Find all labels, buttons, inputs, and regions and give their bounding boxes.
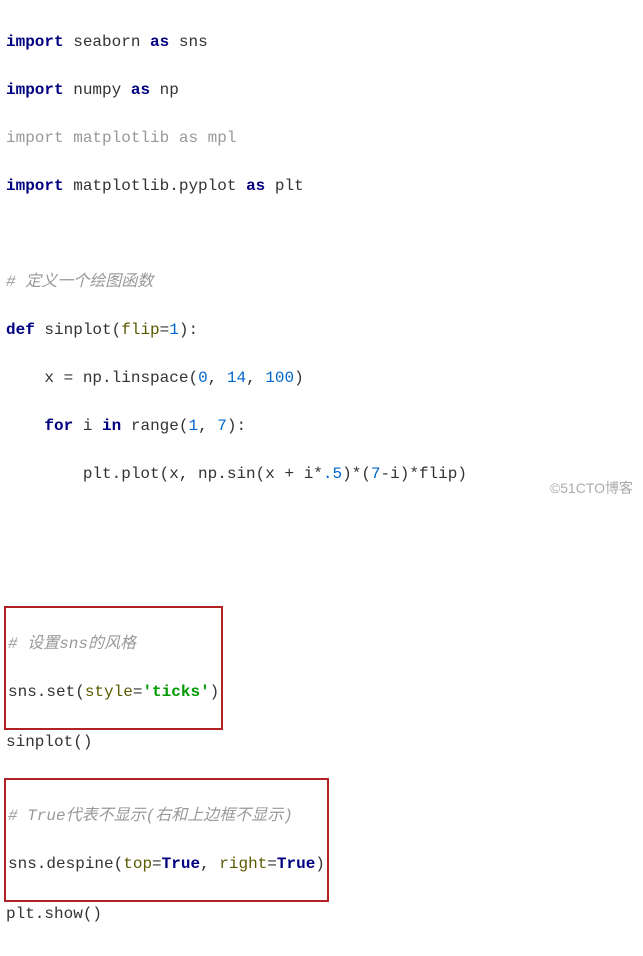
blank-line (6, 558, 635, 582)
call: np.linspace (83, 369, 189, 387)
call: sns.despine (8, 855, 114, 873)
code-line-unused: import matplotlib as mpl (6, 126, 635, 150)
code-line: sns.set(style='ticks') (8, 680, 219, 704)
keyword-import: import (6, 177, 64, 195)
string: 'ticks' (142, 683, 209, 701)
keyword-as: as (150, 33, 169, 51)
module-name: numpy (73, 81, 121, 99)
param: flip (121, 321, 159, 339)
code-line: sinplot() (6, 730, 635, 754)
code-line: # 定义一个绘图函数 (6, 270, 635, 294)
keyword-import: import (6, 81, 64, 99)
alias: np (160, 81, 179, 99)
keyword-def: def (6, 321, 35, 339)
highlight-box-despine: # True代表不显示(右和上边框不显示) sns.despine(top=Tr… (4, 778, 329, 902)
call: plt.show() (6, 905, 102, 923)
code-line: import matplotlib.pyplot as plt (6, 174, 635, 198)
kwarg: top (123, 855, 152, 873)
keyword-as: as (246, 177, 265, 195)
keyword-as: as (131, 81, 150, 99)
comment: # 设置sns的风格 (8, 635, 136, 653)
kwarg: style (85, 683, 133, 701)
code-line: sns.despine(top=True, right=True) (8, 852, 325, 876)
keyword-in: in (102, 417, 121, 435)
code-line: plt.show() (6, 902, 635, 926)
code-line: import numpy as np (6, 78, 635, 102)
var: x (44, 369, 54, 387)
keyword-for: for (44, 417, 73, 435)
call: plt.plot (83, 465, 160, 483)
code-line: # 设置sns的风格 (8, 632, 219, 656)
call: np.sin (198, 465, 256, 483)
function-name: sinplot (44, 321, 111, 339)
watermark: ©51CTO博客 (550, 478, 633, 499)
call: range (131, 417, 179, 435)
call: sns.set (8, 683, 75, 701)
keyword-true: True (277, 855, 315, 873)
comment: # True代表不显示(右和上边框不显示) (8, 807, 293, 825)
number: 1 (169, 321, 179, 339)
blank-line (6, 510, 635, 534)
keyword-import: import (6, 33, 64, 51)
alias: plt (275, 177, 304, 195)
call: sinplot() (6, 733, 92, 751)
alias: sns (179, 33, 208, 51)
blank-line (6, 222, 635, 246)
module-name: seaborn (73, 33, 140, 51)
keyword-true: True (162, 855, 200, 873)
code-line: plt.plot(x, np.sin(x + i*.5)*(7-i)*flip) (6, 462, 635, 486)
code-block: import seaborn as sns import numpy as np… (0, 0, 643, 956)
code-line: import seaborn as sns (6, 30, 635, 54)
kwarg: right (219, 855, 267, 873)
code-line: # True代表不显示(右和上边框不显示) (8, 804, 325, 828)
highlight-box-style: # 设置sns的风格 sns.set(style='ticks') (4, 606, 223, 730)
comment: # 定义一个绘图函数 (6, 273, 153, 291)
module-name: matplotlib.pyplot (73, 177, 236, 195)
code-line: def sinplot(flip=1): (6, 318, 635, 342)
code-line: x = np.linspace(0, 14, 100) (6, 366, 635, 390)
code-line: for i in range(1, 7): (6, 414, 635, 438)
var: i (83, 417, 93, 435)
